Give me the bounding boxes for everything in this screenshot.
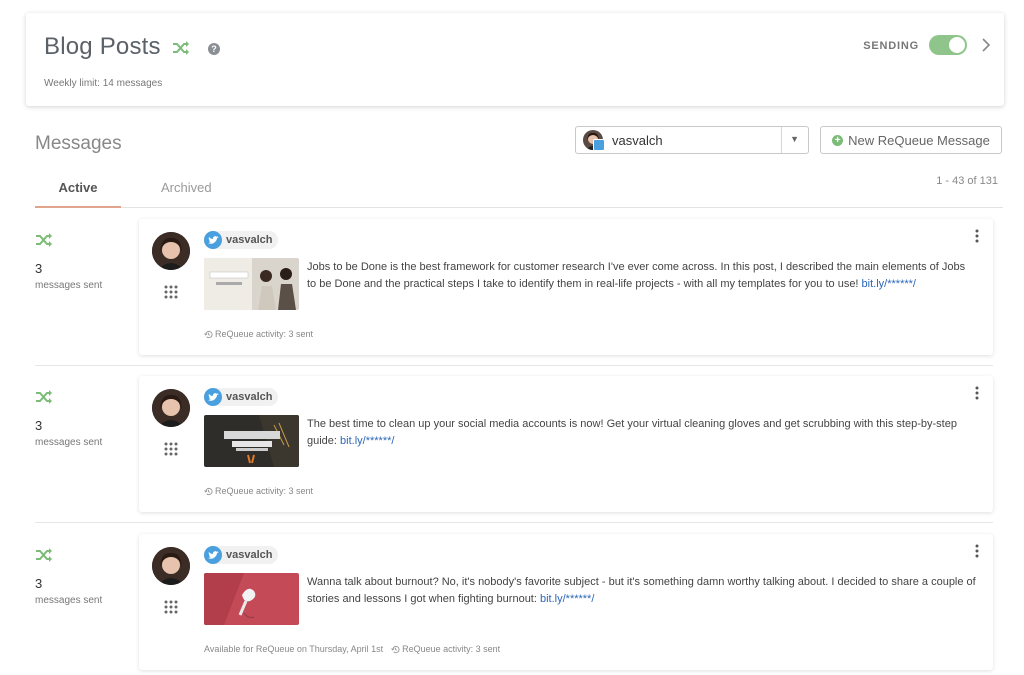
twitter-icon bbox=[593, 139, 605, 151]
sent-label: messages sent bbox=[35, 595, 103, 606]
drag-handle-icon[interactable] bbox=[164, 285, 178, 299]
list-item: 3 messages sent vasvalch Jobs to be Done… bbox=[35, 219, 993, 389]
sent-count: 3 bbox=[35, 418, 43, 433]
account-badge: vasvalch bbox=[204, 388, 279, 406]
chevron-right-icon[interactable] bbox=[981, 37, 991, 53]
sent-count: 3 bbox=[35, 576, 43, 591]
message-card[interactable]: vasvalch Wanna talk about burnout? No, i… bbox=[139, 534, 993, 670]
account-badge: vasvalch bbox=[204, 546, 279, 564]
avatar bbox=[152, 232, 190, 270]
help-icon[interactable]: ? bbox=[208, 43, 220, 55]
twitter-icon bbox=[204, 388, 222, 406]
account-select[interactable]: vasvalch ▼ bbox=[575, 126, 809, 154]
twitter-icon bbox=[204, 231, 222, 249]
drag-handle-icon[interactable] bbox=[164, 600, 178, 614]
list-item: 3 messages sent vasvalch Wanna talk abou… bbox=[35, 534, 993, 675]
more-options-icon[interactable] bbox=[975, 229, 979, 243]
activity-text: ReQueue activity: 3 sent bbox=[215, 329, 314, 339]
sent-count: 3 bbox=[35, 261, 43, 276]
select-divider bbox=[781, 127, 782, 153]
shuffle-icon[interactable] bbox=[172, 40, 190, 56]
message-text: Jobs to be Done is the best framework fo… bbox=[307, 259, 977, 293]
avatar bbox=[152, 547, 190, 585]
header-card: Blog Posts ? Weekly limit: 14 messages S… bbox=[26, 13, 1004, 106]
plus-circle-icon: + bbox=[832, 134, 844, 146]
more-options-icon[interactable] bbox=[975, 544, 979, 558]
availability-text: Available for ReQueue on Thursday, April… bbox=[204, 644, 384, 654]
twitter-icon bbox=[204, 546, 222, 564]
post-thumbnail bbox=[204, 258, 299, 310]
more-options-icon[interactable] bbox=[975, 386, 979, 400]
account-select-value: vasvalch bbox=[612, 133, 663, 148]
activity-meta: ReQueue activity: 3 sent bbox=[204, 329, 313, 339]
tab-archived[interactable]: Archived bbox=[161, 175, 212, 208]
message-link[interactable]: bit.ly/******/ bbox=[862, 278, 916, 290]
new-requeue-message-label: New ReQueue Message bbox=[848, 132, 990, 148]
pagination: 1 - 43 of 131 bbox=[936, 175, 998, 187]
sending-toggle[interactable] bbox=[929, 35, 967, 55]
history-icon bbox=[391, 645, 400, 653]
activity-text: ReQueue activity: 3 sent bbox=[402, 644, 501, 654]
message-text: Wanna talk about burnout? No, it's nobod… bbox=[307, 574, 977, 608]
row-divider bbox=[35, 522, 993, 523]
new-requeue-message-button[interactable]: + New ReQueue Message bbox=[820, 126, 1002, 154]
tab-active[interactable]: Active bbox=[35, 175, 121, 208]
message-body: Wanna talk about burnout? No, it's nobod… bbox=[307, 576, 976, 605]
activity-text: ReQueue activity: 3 sent bbox=[215, 486, 314, 496]
weekly-limit: Weekly limit: 14 messages bbox=[44, 78, 163, 89]
activity-meta: Available for ReQueue on Thursday, April… bbox=[204, 644, 500, 654]
shuffle-icon bbox=[36, 390, 52, 404]
account-name: vasvalch bbox=[226, 549, 273, 561]
row-divider bbox=[35, 365, 993, 366]
account-name: vasvalch bbox=[226, 234, 273, 246]
message-link[interactable]: bit.ly/******/ bbox=[540, 593, 594, 605]
message-link[interactable]: bit.ly/******/ bbox=[340, 435, 394, 447]
avatar bbox=[152, 389, 190, 427]
caret-down-icon[interactable]: ▼ bbox=[790, 134, 799, 144]
list-item: 3 messages sent vasvalch The best time t… bbox=[35, 376, 993, 546]
sent-label: messages sent bbox=[35, 437, 103, 448]
toggle-knob bbox=[949, 37, 965, 53]
post-thumbnail bbox=[204, 573, 299, 625]
message-body: The best time to clean up your social me… bbox=[307, 418, 957, 447]
message-card[interactable]: vasvalch Jobs to be Done is the best fra… bbox=[139, 219, 993, 355]
activity-meta: ReQueue activity: 3 sent bbox=[204, 486, 313, 496]
message-text: The best time to clean up your social me… bbox=[307, 416, 977, 450]
shuffle-icon bbox=[36, 548, 52, 562]
messages-heading: Messages bbox=[35, 133, 122, 154]
history-icon bbox=[204, 330, 213, 338]
post-thumbnail bbox=[204, 415, 299, 467]
drag-handle-icon[interactable] bbox=[164, 442, 178, 456]
tab-bar: Active Archived bbox=[35, 175, 1003, 208]
message-card[interactable]: vasvalch The best time to clean up your … bbox=[139, 376, 993, 512]
page-title: Blog Posts bbox=[44, 33, 161, 60]
history-icon bbox=[204, 487, 213, 495]
shuffle-icon bbox=[36, 233, 52, 247]
sending-label: SENDING bbox=[863, 40, 919, 52]
sent-label: messages sent bbox=[35, 280, 103, 291]
account-badge: vasvalch bbox=[204, 231, 279, 249]
account-name: vasvalch bbox=[226, 391, 273, 403]
